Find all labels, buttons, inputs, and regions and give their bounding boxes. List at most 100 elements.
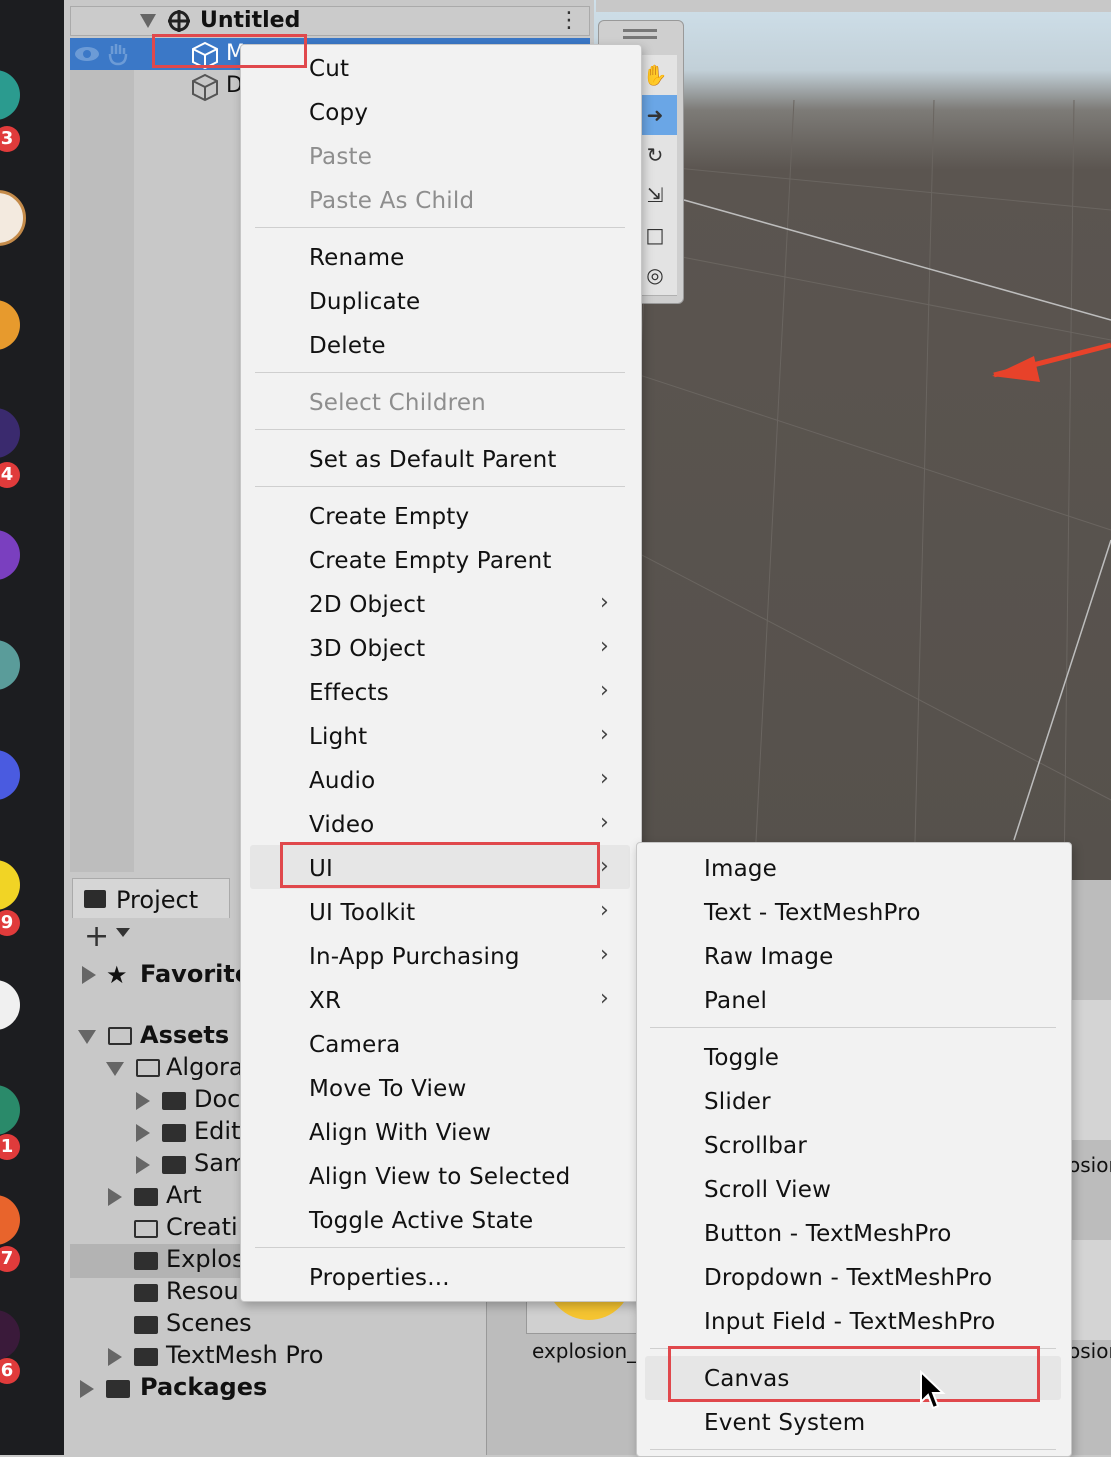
chevron-right-icon: › [600,986,609,1011]
menu-item-ui-toolkit[interactable]: UI Toolkit [309,898,415,928]
submenu-item-scrollbar[interactable]: Scrollbar [704,1131,807,1161]
submenu-item-toggle[interactable]: Toggle [704,1043,779,1073]
dock-app-icon[interactable] [0,300,20,350]
submenu-item-panel[interactable]: Panel [704,986,767,1016]
dock-app-icon[interactable] [0,70,20,120]
expand-triangle-icon[interactable] [78,1030,96,1044]
menu-item-3d-object[interactable]: 3D Object [309,634,425,664]
expand-triangle-icon[interactable] [106,1062,124,1076]
mouse-cursor-icon [920,1370,946,1410]
tree-item-scenes[interactable]: Scenes [166,1307,252,1339]
expand-triangle-icon[interactable] [136,1124,150,1142]
menu-item-move-to-view[interactable]: Move To View [309,1074,467,1104]
dock-badge: 9 [0,910,20,936]
scene-toolbar [596,0,1111,12]
tree-item-packages[interactable]: Packages [140,1371,267,1403]
tree-item-resources[interactable]: Resour [166,1275,249,1307]
menu-item-rename[interactable]: Rename [309,243,405,273]
asset-thumbnail[interactable] [1070,1240,1111,1340]
menu-item-paste-as-child: Paste As Child [309,188,475,214]
menu-item-create-empty-parent[interactable]: Create Empty Parent [309,546,552,576]
chevron-down-icon[interactable] [116,928,130,937]
menu-item-toggle-active-state[interactable]: Toggle Active State [309,1206,533,1236]
tree-item-explosions[interactable]: Explosi [166,1243,251,1275]
menu-item-duplicate[interactable]: Duplicate [309,287,420,317]
folder-open-icon [136,1059,160,1077]
menu-item-delete[interactable]: Delete [309,331,386,361]
eye-icon[interactable] [74,44,100,64]
submenu-item-text-tmp[interactable]: Text - TextMeshPro [704,898,921,928]
tab-project-label: Project [116,886,199,914]
dock-app-icon[interactable] [0,640,20,690]
menu-item-align-view-to-selected[interactable]: Align View to Selected [309,1162,570,1192]
dock-app-icon[interactable] [0,530,20,580]
menu-item-2d-object[interactable]: 2D Object [309,590,425,620]
dock-badge: 4 [0,462,20,488]
menu-item-camera[interactable]: Camera [309,1030,400,1060]
dock-app-icon[interactable] [0,408,20,458]
hierarchy-indent-band [70,70,134,872]
highlight-box-ui-item [280,842,600,888]
menu-item-in-app-purchasing[interactable]: In-App Purchasing [309,942,520,972]
menu-item-set-default-parent[interactable]: Set as Default Parent [309,445,557,475]
context-menu [240,44,642,1302]
submenu-item-input-field-tmp[interactable]: Input Field - TextMeshPro [704,1307,995,1337]
dock-app-icon[interactable] [0,860,20,910]
tree-item-creation[interactable]: Creati [166,1211,238,1243]
submenu-item-button-tmp[interactable]: Button - TextMeshPro [704,1219,952,1249]
expand-triangle-icon[interactable] [136,1092,150,1110]
menu-item-audio[interactable]: Audio [309,766,375,796]
folder-icon [162,1156,186,1174]
chevron-right-icon: › [600,854,609,879]
highlight-box-hierarchy-row [152,34,307,68]
folder-open-icon [108,1027,132,1045]
menu-item-cut[interactable]: Cut [309,54,349,84]
dock-app-icon[interactable] [0,750,20,800]
menu-item-copy[interactable]: Copy [309,98,368,128]
asset-label: explosion_8 [532,1339,650,1363]
menu-item-align-with-view[interactable]: Align With View [309,1118,491,1148]
unity-scene-icon [168,10,190,32]
tree-item-doc[interactable]: Doc [194,1083,240,1115]
tree-item-assets[interactable]: Assets [140,1019,229,1051]
expand-triangle-icon[interactable] [108,1188,122,1206]
expand-triangle-icon[interactable] [82,966,96,984]
menu-item-paste: Paste [309,144,373,170]
menu-separator [255,372,625,373]
gameobject-cube-icon [192,73,218,102]
folder-icon [134,1316,158,1334]
expand-triangle-icon[interactable] [80,1380,94,1398]
dock-app-icon[interactable] [0,980,20,1030]
menu-item-properties[interactable]: Properties... [309,1263,450,1293]
dock-app-icon[interactable] [0,1310,20,1360]
expand-triangle-icon[interactable] [136,1156,150,1174]
submenu-item-scroll-view[interactable]: Scroll View [704,1175,831,1205]
tree-item-textmesh-pro[interactable]: TextMesh Pro [166,1339,323,1371]
plus-icon[interactable]: + [84,922,109,952]
tree-item-algora[interactable]: Algora [166,1051,244,1083]
menu-item-light[interactable]: Light [309,722,367,752]
asset-thumbnail[interactable] [1070,1000,1111,1140]
submenu-item-image[interactable]: Image [704,854,777,884]
highlight-box-canvas-item [668,1346,1040,1402]
dock-app-icon[interactable] [0,1195,20,1245]
kebab-menu-icon[interactable]: ⋮ [558,8,580,34]
menu-separator [255,227,625,228]
submenu-item-raw-image[interactable]: Raw Image [704,942,834,972]
folder-icon [134,1188,158,1206]
expand-triangle-icon[interactable] [108,1348,122,1366]
pick-hand-icon[interactable] [106,42,130,66]
expand-triangle-icon[interactable] [140,14,156,28]
tree-item-art[interactable]: Art [166,1179,202,1211]
dock-app-icon[interactable] [0,1085,20,1135]
menu-item-xr[interactable]: XR [309,986,341,1016]
submenu-item-event-system[interactable]: Event System [704,1408,865,1438]
submenu-item-slider[interactable]: Slider [704,1087,771,1117]
chevron-right-icon: › [600,722,609,747]
menu-item-create-empty[interactable]: Create Empty [309,502,469,532]
menu-item-video[interactable]: Video [309,810,374,840]
dock-app-icon[interactable] [0,190,26,246]
menu-item-effects[interactable]: Effects [309,678,389,708]
submenu-item-dropdown-tmp[interactable]: Dropdown - TextMeshPro [704,1263,992,1293]
folder-icon [134,1284,158,1302]
